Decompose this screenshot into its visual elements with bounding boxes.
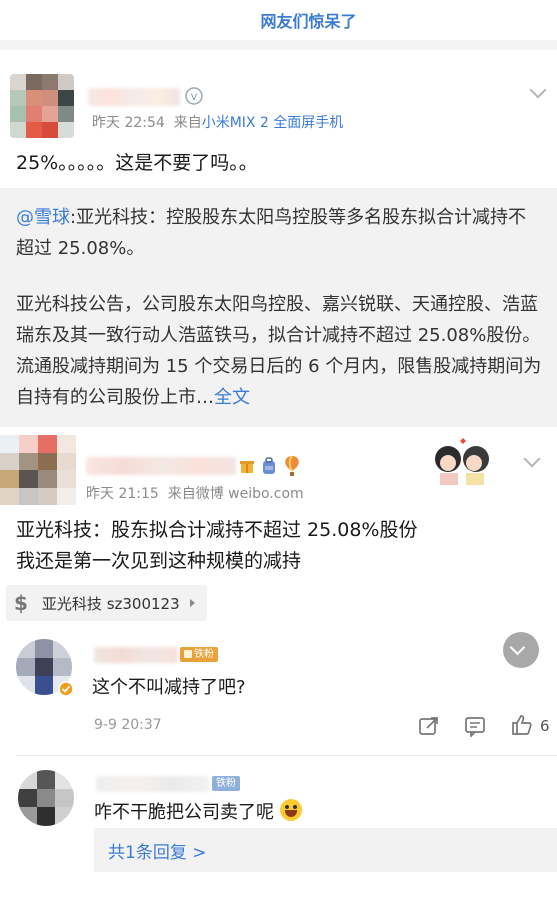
chevron-right-icon	[189, 599, 195, 607]
retweet-lead: @雪球:亚光科技：控股股东太阳鸟控股等多名股东拟合计减持不超过 25.08%。	[16, 202, 543, 264]
retweet-card[interactable]: @雪球:亚光科技：控股股东太阳鸟控股等多名股东拟合计减持不超过 25.08%。 …	[0, 188, 557, 427]
section-divider	[0, 40, 557, 50]
reply-thread-link[interactable]: 共1条回复 >	[94, 828, 557, 872]
backpack-icon	[263, 457, 275, 474]
weibo-feed: 网友们惊呆了 V 昨天 22:54 来自小米MIX 2 全面屏手机 25%。。。…	[0, 0, 557, 907]
stock-label: 亚光科技 sz300123	[41, 594, 180, 613]
chevron-down-icon[interactable]	[529, 81, 547, 99]
commenter-avatar[interactable]	[18, 770, 74, 826]
stock-card[interactable]: $ 亚光科技 sz300123	[6, 585, 207, 621]
author-avatar[interactable]	[10, 74, 74, 138]
read-full-link[interactable]: 全文	[214, 387, 250, 408]
post-header: V 昨天 22:54 来自小米MIX 2 全面屏手机	[0, 50, 557, 140]
gift-icon	[240, 461, 254, 473]
chevron-down-icon[interactable]	[523, 450, 541, 468]
balloon-icon	[285, 455, 299, 476]
post-source[interactable]: 微博 weibo.com	[196, 486, 304, 502]
comment-icon[interactable]	[464, 715, 486, 737]
post-time: 昨天 21:15	[86, 486, 159, 502]
post-header: 昨天 21:15 来自微博 weibo.com	[0, 427, 557, 505]
comment-text: 这个不叫减持了吧?	[92, 677, 246, 698]
author-name[interactable]	[86, 457, 236, 475]
post-line-2: 我还是第一次见到这种规模的减持	[16, 550, 302, 572]
verified-badge-icon	[58, 681, 74, 697]
fan-badge: 铁粉	[212, 776, 240, 791]
card-decoration-image	[424, 433, 496, 485]
retweet-lead-text: :亚光科技：控股股东太阳鸟控股等多名股东拟合计减持不超过 25.08%。	[16, 207, 527, 259]
source-prefix: 来自	[173, 115, 202, 131]
stock-card-row: $ 亚光科技 sz300123	[0, 577, 557, 625]
post-time: 昨天 22:54	[92, 115, 165, 131]
comment-text: 咋不干脆把公司卖了呢	[94, 798, 302, 824]
laughing-emoji-icon	[280, 799, 302, 821]
share-icon[interactable]	[418, 715, 440, 737]
reply-count-label[interactable]: 共1条回复 >	[108, 838, 206, 863]
post-meta: 昨天 21:15 来自微博 weibo.com	[86, 483, 304, 503]
top-banner[interactable]: 网友们惊呆了	[0, 0, 557, 40]
comment-time: 9-9 20:37	[94, 717, 162, 733]
retweet-body-text: 亚光科技公告，公司股东太阳鸟控股、嘉兴锐联、天通控股、浩蓝瑞东及其一致行动人浩蓝…	[16, 294, 542, 408]
source-prefix: 来自	[167, 486, 196, 502]
svg-text:V: V	[191, 93, 198, 103]
banner-title[interactable]: 网友们惊呆了	[260, 8, 356, 32]
retweet-body: 亚光科技公告，公司股东太阳鸟控股、嘉兴锐联、天通控股、浩蓝瑞东及其一致行动人浩蓝…	[16, 289, 543, 413]
comment-text-content: 咋不干脆把公司卖了呢	[94, 802, 274, 823]
comment-item: 铁粉 这个不叫减持了吧? 9-9 20:37 6	[0, 625, 557, 755]
post-source[interactable]: 小米MIX 2 全面屏手机	[202, 115, 344, 131]
post-text: 亚光科技：股东拟合计减持不超过 25.08%股份 我还是第一次见到这种规模的减持	[0, 505, 557, 577]
post-meta: 昨天 22:54 来自小米MIX 2 全面屏手机	[92, 112, 343, 132]
fan-badge: 铁粉	[180, 647, 218, 662]
comment-item: 铁粉 咋不干脆把公司卖了呢 共1条回复 >	[0, 756, 557, 886]
dollar-icon: $	[14, 591, 28, 615]
post-text: 25%。。。。。这是不要了吗。。	[16, 152, 258, 174]
author-avatar[interactable]	[0, 435, 76, 505]
member-badge-icon: V	[185, 87, 203, 105]
commenter-name[interactable]	[96, 776, 210, 792]
retweet-mention[interactable]: @雪球	[16, 207, 70, 228]
author-name[interactable]	[88, 88, 180, 106]
post-line-1: 亚光科技：股东拟合计减持不超过 25.08%股份	[16, 519, 418, 541]
like-icon[interactable]	[510, 713, 534, 737]
commenter-name[interactable]	[94, 647, 178, 663]
like-count: 6	[540, 717, 550, 735]
